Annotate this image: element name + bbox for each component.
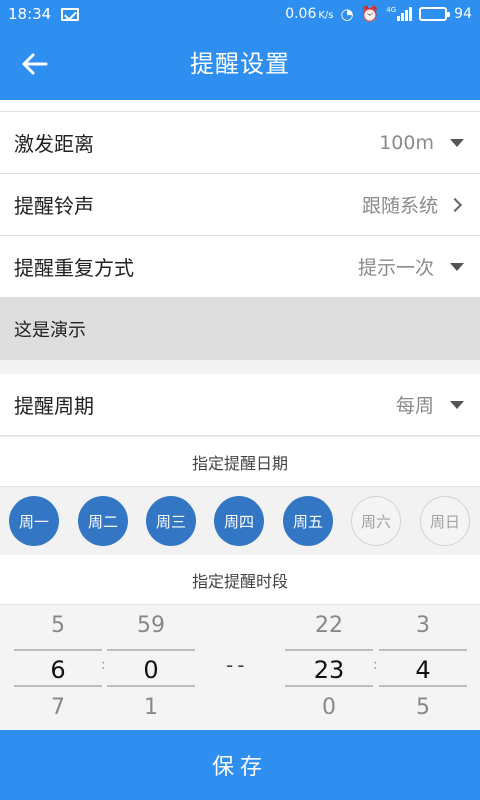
settings-content: 激发距离 100m 提醒铃声 跟随系统 提醒重复方式 提示一次 这是演示 提醒周… xyxy=(0,100,480,730)
network-speed-unit: K/s xyxy=(318,10,334,21)
network-speed: 0.06 K/s xyxy=(285,6,333,22)
day-toggle-sat[interactable]: 周六 xyxy=(351,496,401,546)
end-minute-next: 5 xyxy=(416,695,430,720)
period-value-group: 每周 xyxy=(396,391,464,418)
start-hour-current: 6 xyxy=(14,649,102,687)
day-toggle-fri[interactable]: 周五 xyxy=(283,496,333,546)
list-top-edge xyxy=(0,100,480,112)
day-toggle-mon[interactable]: 周一 xyxy=(9,496,59,546)
day-toggle-thu[interactable]: 周四 xyxy=(214,496,264,546)
end-hour-wheel[interactable]: 22 23 0 xyxy=(285,605,373,730)
repeat-mode-value-group: 提示一次 xyxy=(358,253,464,280)
repeat-mode-row[interactable]: 提醒重复方式 提示一次 xyxy=(0,236,480,298)
date-section-title: 指定提醒日期 xyxy=(0,437,480,487)
period-row[interactable]: 提醒周期 每周 xyxy=(0,374,480,436)
app-bar: 提醒设置 xyxy=(0,28,480,100)
distance-label: 激发距离 xyxy=(14,132,94,156)
day-toggle-wed[interactable]: 周三 xyxy=(146,496,196,546)
signal-icon: 4G xyxy=(386,6,413,21)
end-hour-next: 0 xyxy=(322,695,336,720)
time-range-separator: -- xyxy=(226,653,249,677)
dropdown-arrow-icon xyxy=(450,138,464,147)
mail-icon xyxy=(61,7,80,21)
arrow-left-icon xyxy=(22,53,48,75)
end-minute-current: 4 xyxy=(379,649,467,687)
time-colon: : xyxy=(101,657,106,673)
distance-value: 100m xyxy=(379,131,434,154)
distance-row[interactable]: 激发距离 100m xyxy=(0,112,480,174)
nfc-icon: ◔ xyxy=(340,4,354,23)
repeat-mode-label: 提醒重复方式 xyxy=(14,256,134,280)
repeat-mode-value: 提示一次 xyxy=(357,257,434,279)
period-value: 每周 xyxy=(395,395,434,417)
end-hour-current: 23 xyxy=(285,649,373,687)
ringtone-label: 提醒铃声 xyxy=(14,194,94,218)
start-minute-next: 1 xyxy=(144,695,158,720)
start-minute-current: 0 xyxy=(107,649,195,687)
page-title: 提醒设置 xyxy=(190,50,290,78)
dropdown-arrow-icon xyxy=(450,400,464,409)
network-type-label: 4G xyxy=(386,6,397,14)
day-toggle-tue[interactable]: 周二 xyxy=(78,496,128,546)
chevron-right-icon xyxy=(447,197,463,212)
back-button[interactable] xyxy=(14,46,54,82)
demo-text-box: 这是演示 xyxy=(0,298,480,360)
end-hour-prev: 22 xyxy=(315,613,343,638)
period-label: 提醒周期 xyxy=(14,394,94,418)
start-hour-next: 7 xyxy=(51,695,65,720)
weekday-selector: 周一 周二 周三 周四 周五 周六 周日 xyxy=(0,487,480,555)
distance-value-group: 100m xyxy=(379,132,464,154)
ringtone-value-group: 跟随系统 xyxy=(362,191,464,218)
time-range-picker: 5 6 7 : 59 0 1 -- 22 23 0 : 3 4 5 xyxy=(0,605,480,730)
ringtone-row[interactable]: 提醒铃声 跟随系统 xyxy=(0,174,480,236)
start-minute-wheel[interactable]: 59 0 1 xyxy=(107,605,195,730)
alarm-icon: ⏰ xyxy=(360,4,380,23)
battery-level: 94 xyxy=(454,6,472,22)
day-toggle-sun[interactable]: 周日 xyxy=(420,496,470,546)
network-speed-value: 0.06 xyxy=(285,6,317,22)
dropdown-arrow-icon xyxy=(450,262,464,271)
end-minute-prev: 3 xyxy=(416,613,430,638)
status-bar: 18:34 0.06 K/s ◔ ⏰ 4G 94 xyxy=(0,0,480,28)
time-section-title: 指定提醒时段 xyxy=(0,555,480,605)
battery-icon xyxy=(419,7,451,21)
start-minute-prev: 59 xyxy=(137,613,165,638)
ringtone-value: 跟随系统 xyxy=(361,195,438,217)
status-time: 18:34 xyxy=(8,5,52,23)
save-button[interactable]: 保存 xyxy=(0,730,480,800)
start-hour-wheel[interactable]: 5 6 7 xyxy=(14,605,102,730)
start-hour-prev: 5 xyxy=(51,613,65,638)
end-minute-wheel[interactable]: 3 4 5 xyxy=(379,605,467,730)
time-colon: : xyxy=(373,657,378,673)
demo-text: 这是演示 xyxy=(14,320,86,341)
